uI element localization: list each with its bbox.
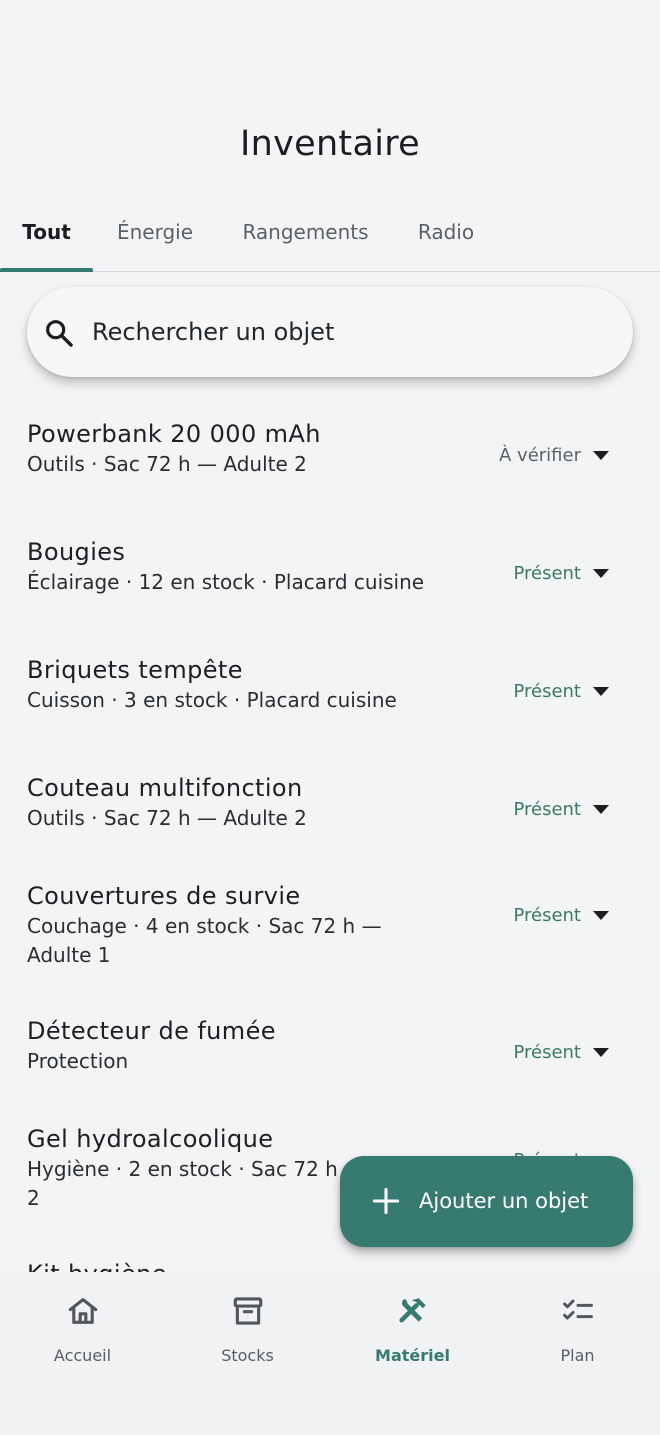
list-item[interactable]: Couteau multifonction Outils · Sac 72 h … <box>27 772 633 833</box>
list-item[interactable]: Powerbank 20 000 mAh Outils · Sac 72 h —… <box>27 418 633 479</box>
status-dropdown[interactable]: À vérifier <box>499 440 609 470</box>
nav-label: Accueil <box>53 1346 112 1365</box>
list-item[interactable]: Détecteur de fumée Protection Présent <box>27 1015 633 1076</box>
status-label: À vérifier <box>499 444 581 466</box>
item-title: Kit hygiène <box>27 1258 633 1272</box>
item-subtitle: Protection <box>27 1049 129 1073</box>
item-subtitle: Outils · Sac 72 h — Adulte 2 <box>27 452 307 476</box>
status-dropdown[interactable]: Présent <box>513 794 609 824</box>
dropdown-arrow-icon <box>593 686 609 696</box>
list-item[interactable]: Bougies Éclairage · 12 en stock · Placar… <box>27 536 633 597</box>
dropdown-arrow-icon <box>593 804 609 814</box>
checklist-icon <box>563 1299 593 1320</box>
item-list: Powerbank 20 000 mAh Outils · Sac 72 h —… <box>0 392 660 1272</box>
status-dropdown[interactable]: Présent <box>513 676 609 706</box>
status-label: Présent <box>513 680 581 702</box>
archive-box-icon <box>233 1297 263 1325</box>
status-dropdown[interactable]: Présent <box>513 900 609 930</box>
nav-label: Stocks <box>221 1346 274 1365</box>
status-label: Présent <box>513 1041 581 1063</box>
bottom-navigation: Accueil Stocks Matériel Plan <box>0 1272 660 1435</box>
item-subtitle: Éclairage · 12 en stock · Placard cuisin… <box>27 570 425 594</box>
list-item[interactable]: Kit hygiène <box>27 1258 633 1272</box>
nav-plan[interactable]: Plan <box>495 1272 660 1382</box>
nav-label: Matériel <box>375 1346 450 1365</box>
tools-icon <box>399 1298 426 1323</box>
search-bar[interactable] <box>27 287 633 377</box>
dropdown-arrow-icon <box>593 450 609 460</box>
nav-stocks[interactable]: Stocks <box>165 1272 330 1382</box>
plus-icon <box>372 1187 400 1215</box>
status-label: Présent <box>513 798 581 820</box>
tab-energie[interactable]: Énergie <box>100 200 210 272</box>
add-item-button[interactable]: Ajouter un objet <box>340 1156 633 1247</box>
item-subtitle: Couchage · 4 en stock · Sac 72 h — Adult… <box>27 914 382 967</box>
item-subtitle: Outils · Sac 72 h — Adulte 2 <box>27 806 307 830</box>
list-item[interactable]: Briquets tempête Cuisson · 3 en stock · … <box>27 654 633 715</box>
search-icon[interactable] <box>43 317 75 349</box>
page-title: Inventaire <box>240 124 420 164</box>
tab-radio[interactable]: Radio <box>404 200 488 272</box>
item-subtitle: Cuisson · 3 en stock · Placard cuisine <box>27 688 397 712</box>
category-tabs: Tout Énergie Rangements Radio <box>0 200 660 272</box>
status-dropdown[interactable]: Présent <box>513 1037 609 1067</box>
home-icon <box>68 1298 98 1324</box>
search-container <box>0 272 660 390</box>
search-input[interactable] <box>92 287 612 377</box>
nav-accueil[interactable]: Accueil <box>0 1272 165 1382</box>
app-bar: Inventaire <box>0 0 660 200</box>
dropdown-arrow-icon <box>593 568 609 578</box>
list-item[interactable]: Couvertures de survie Couchage · 4 en st… <box>27 880 633 970</box>
status-label: Présent <box>513 904 581 926</box>
tab-tout[interactable]: Tout <box>0 200 93 272</box>
nav-label: Plan <box>560 1346 595 1365</box>
tab-rangements[interactable]: Rangements <box>228 200 383 272</box>
dropdown-arrow-icon <box>593 910 609 920</box>
status-dropdown[interactable]: Présent <box>513 558 609 588</box>
status-label: Présent <box>513 562 581 584</box>
nav-materiel[interactable]: Matériel <box>330 1272 495 1382</box>
dropdown-arrow-icon <box>593 1047 609 1057</box>
add-item-label: Ajouter un objet <box>419 1189 589 1213</box>
